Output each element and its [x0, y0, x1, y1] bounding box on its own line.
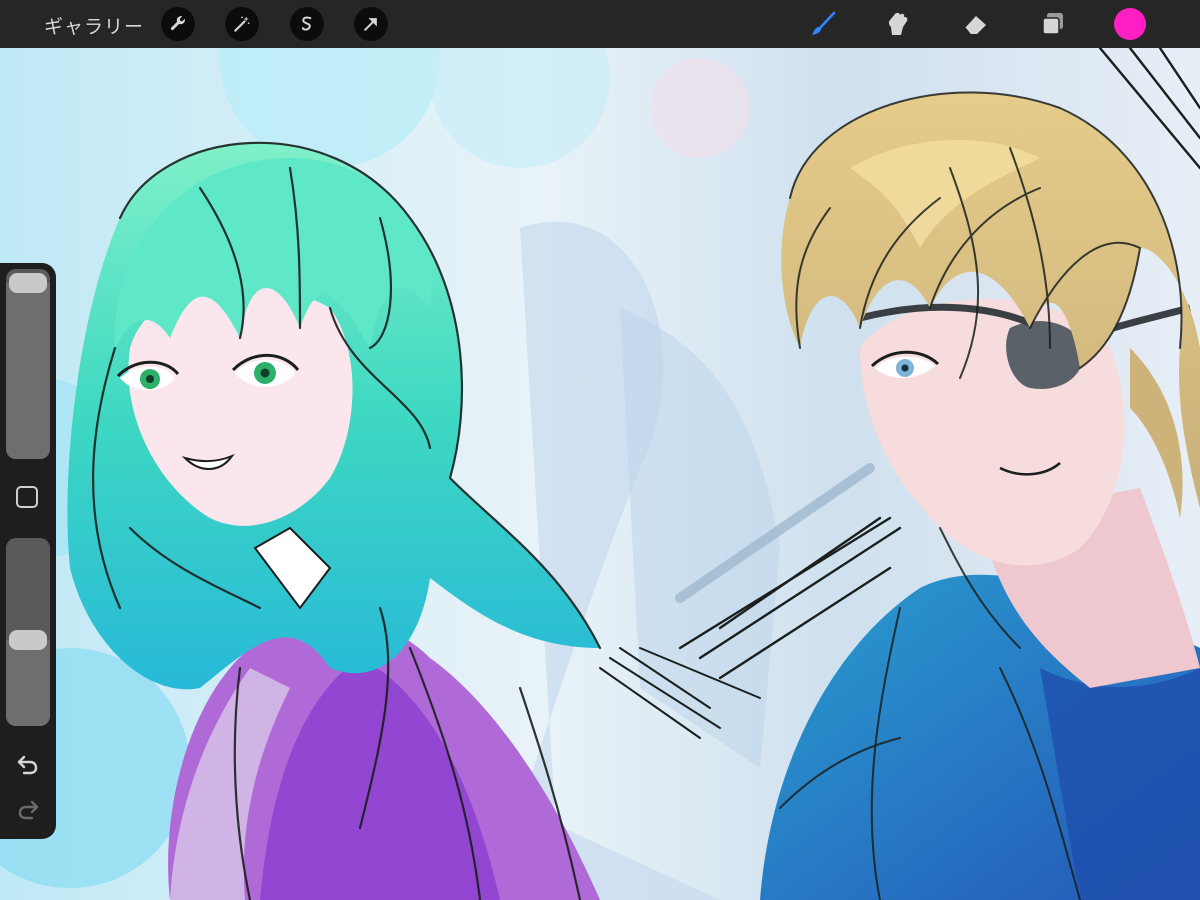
layers-button[interactable] — [1036, 7, 1070, 41]
brush-tool-button[interactable] — [806, 7, 840, 41]
redo-icon — [18, 800, 39, 820]
color-picker-button[interactable] — [1114, 8, 1146, 40]
opacity-slider[interactable] — [6, 538, 50, 726]
artwork — [0, 48, 1200, 900]
transform-arrow-icon — [364, 18, 377, 31]
eraser-icon — [964, 16, 986, 35]
drawing-canvas[interactable] — [0, 48, 1200, 900]
opacity-fill — [6, 640, 50, 726]
left-sidebar — [0, 263, 56, 839]
actions-wrench-button[interactable] — [161, 7, 195, 41]
undo-button[interactable] — [12, 748, 44, 778]
opacity-thumb[interactable] — [9, 630, 47, 650]
eraser-tool-button[interactable] — [958, 7, 992, 41]
undo-icon — [17, 755, 38, 775]
brush-size-slider[interactable] — [6, 269, 50, 459]
brush-size-thumb[interactable] — [9, 273, 47, 293]
selection-button[interactable] — [290, 7, 324, 41]
redo-button[interactable] — [12, 793, 44, 823]
top-toolbar: ギャラリー — [0, 0, 1200, 48]
selection-icon — [301, 16, 312, 31]
magic-wand-icon — [234, 16, 250, 32]
transform-button[interactable] — [354, 7, 388, 41]
smudge-tool-button[interactable] — [880, 7, 914, 41]
brush-size-fill — [6, 283, 50, 459]
gallery-button[interactable]: ギャラリー — [44, 12, 144, 39]
wrench-icon — [170, 16, 185, 31]
brush-icon — [812, 11, 836, 35]
adjustments-wand-button[interactable] — [225, 7, 259, 41]
layers-icon — [1042, 13, 1063, 35]
smudge-icon — [888, 12, 908, 35]
modify-button[interactable] — [16, 486, 38, 508]
